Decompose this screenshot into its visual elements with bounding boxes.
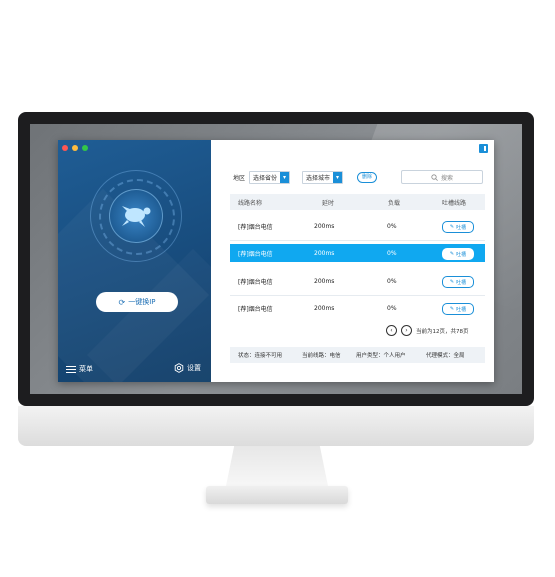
pagination: ‹ › 当前为12页，共78页	[386, 325, 469, 336]
app-window: ⟳ 一键换IP 菜单 设置 地区 选择省份 ▾ 选择城市 ▾ 删除 搜索 线路名…	[58, 140, 494, 382]
feedback-button[interactable]: ✎ 吐槽	[442, 276, 474, 288]
city-select[interactable]: 选择城市 ▾	[302, 171, 344, 184]
change-ip-button[interactable]: ⟳ 一键换IP	[96, 292, 178, 312]
table-header: 线路名称 延时 负载 吐槽线路	[230, 194, 485, 210]
hamburger-icon	[66, 365, 76, 373]
status-user-type: 用户类型：个人用户	[356, 353, 406, 359]
next-page-button[interactable]: ›	[401, 325, 412, 336]
column-header-name: 线路名称	[238, 199, 263, 207]
page-info: 当前为12页，共78页	[416, 328, 469, 335]
main-panel: 地区 选择省份 ▾ 选择城市 ▾ 删除 搜索 线路名称 延时 负载 吐槽线路 […	[211, 140, 494, 382]
connection-radar	[90, 170, 182, 262]
settings-button[interactable]: 设置	[174, 363, 201, 373]
search-icon	[431, 173, 438, 181]
status-state: 状态：连接不可用	[238, 353, 283, 359]
pencil-icon: ✎	[449, 224, 455, 230]
change-ip-label: 一键换IP	[128, 298, 156, 306]
pencil-icon: ✎	[449, 306, 455, 312]
minimize-window-button[interactable]	[72, 145, 78, 151]
feedback-button[interactable]: ✎ 吐槽	[442, 303, 474, 315]
gear-icon	[174, 363, 184, 373]
menu-label: 菜单	[79, 365, 93, 373]
chevron-down-icon: ▾	[280, 172, 290, 183]
status-bar: 状态：连接不可用 当前线路：电信 用户类型：个人用户 代理模式：全局	[230, 347, 485, 363]
feedback-button[interactable]: ✎ 吐槽	[442, 248, 474, 260]
search-input[interactable]: 搜索	[401, 170, 483, 184]
search-placeholder: 搜索	[440, 174, 453, 182]
turtle-logo-icon	[122, 206, 151, 227]
chevron-down-icon: ▾	[333, 172, 343, 183]
feedback-button[interactable]: ✎ 吐槽	[442, 221, 474, 233]
filter-bar: 地区 选择省份 ▾ 选择城市 ▾ 删除	[233, 171, 378, 184]
settings-label: 设置	[187, 364, 201, 372]
close-window-button[interactable]	[62, 145, 68, 151]
window-controls	[62, 145, 88, 151]
refresh-icon: ⟳	[118, 297, 126, 307]
maximize-window-button[interactable]	[82, 145, 88, 151]
table-row[interactable]: [荐]烟台电信 200ms 0% ✎ 吐槽	[230, 244, 485, 262]
prev-page-button[interactable]: ‹	[386, 325, 397, 336]
delete-button[interactable]: 删除	[357, 172, 378, 183]
status-line: 当前线路：电信	[302, 353, 341, 359]
column-header-latency: 延时	[322, 199, 335, 207]
region-label: 地区	[233, 175, 246, 182]
monitor-stand-neck	[226, 446, 328, 486]
monitor-stand-base	[206, 486, 348, 504]
column-header-load: 负载	[388, 199, 401, 207]
status-proxy-mode: 代理模式：全局	[426, 353, 465, 359]
table-row[interactable]: [荐]烟台电信 200ms 0% ✎ 吐槽	[230, 299, 485, 317]
sidebar: ⟳ 一键换IP 菜单 设置	[58, 140, 211, 382]
window-mode-icon[interactable]	[479, 144, 488, 153]
menu-button[interactable]: 菜单	[66, 364, 93, 374]
pencil-icon: ✎	[449, 279, 455, 285]
monitor-chin	[18, 406, 534, 446]
column-header-feedback: 吐槽线路	[442, 199, 467, 207]
table-row[interactable]: [荐]烟台电信 200ms 0% ✎ 吐槽	[230, 272, 485, 290]
province-select[interactable]: 选择省份 ▾	[249, 171, 291, 184]
table-row[interactable]: [荐]烟台电信 200ms 0% ✎ 吐槽	[230, 217, 485, 235]
pencil-icon: ✎	[449, 251, 455, 257]
